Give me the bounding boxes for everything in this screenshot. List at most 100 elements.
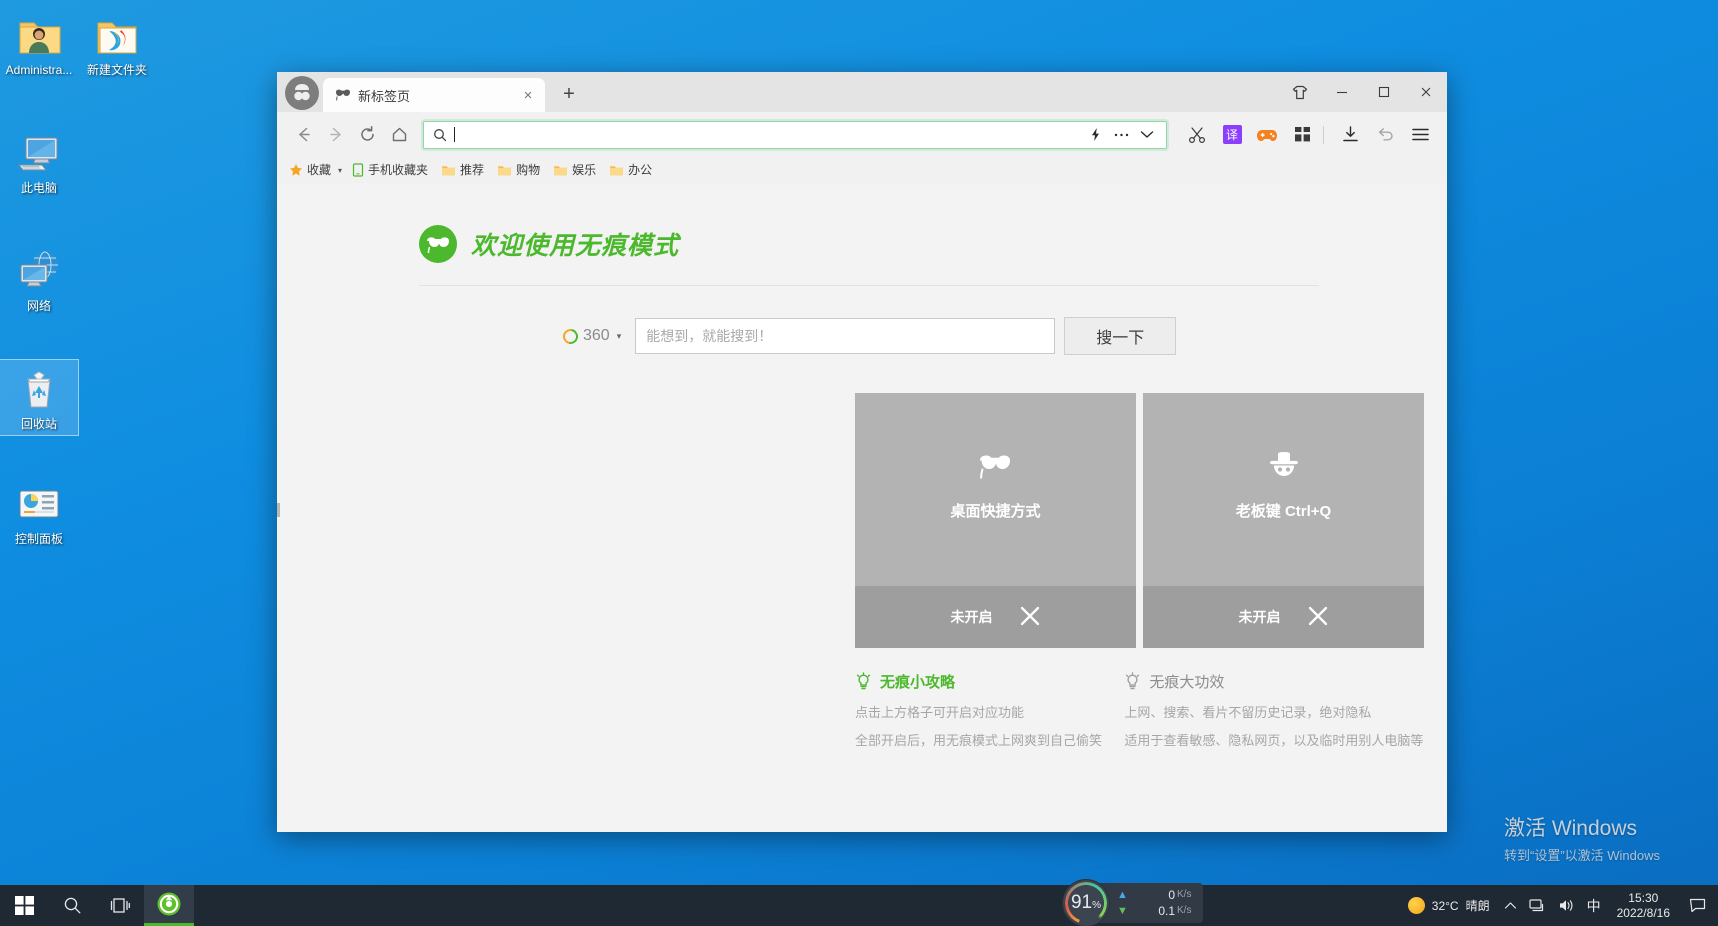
bookmark-label: 娱乐 (572, 163, 597, 177)
windows-taskbar: 32°C 晴朗 中 15:30 2022/8/16 (0, 885, 1718, 926)
ellipsis-icon[interactable] (1108, 123, 1134, 147)
chevron-down-icon[interactable] (1134, 123, 1160, 147)
notification-icon[interactable] (1680, 885, 1714, 926)
ime-indicator[interactable]: 中 (1581, 885, 1607, 926)
lightning-icon[interactable] (1082, 123, 1108, 147)
home-icon[interactable] (383, 119, 415, 151)
browser-window: 新标签页 × + 译 收藏 ▾ 手机收藏夹 推荐 购物 娱乐 办公 欢迎使用无痕… (277, 72, 1447, 832)
card-boss-key[interactable]: 老板键 Ctrl+Q 未开启 (1143, 393, 1424, 648)
bookmark-office[interactable]: 办公 (609, 163, 652, 177)
phone-icon (352, 163, 364, 177)
bookmark-favorites[interactable]: 收藏 (289, 163, 331, 177)
bookmark-shopping[interactable]: 购物 (497, 163, 540, 177)
desktop-icon-new-folder[interactable]: 新建文件夹 (78, 6, 156, 81)
upload-speed-value: 0 (1168, 888, 1175, 902)
desktop-icon-label: Administra... (5, 63, 73, 77)
card-status: 未开启 (950, 609, 993, 625)
browser-tab[interactable]: 新标签页 × (323, 78, 545, 112)
desktop-icon-label: 新建文件夹 (86, 63, 147, 77)
clock-time: 15:30 (1628, 890, 1659, 905)
memory-percent-unit: % (1092, 900, 1102, 911)
minimize-button[interactable] (1321, 73, 1363, 111)
close-button[interactable] (1405, 73, 1447, 111)
lightbulb-icon (855, 672, 872, 691)
download-icon[interactable] (1335, 120, 1365, 150)
card-title: 桌面快捷方式 (950, 503, 1041, 520)
tip-benefits: 无痕大功效 上网、搜索、看片不留历史记录，绝对隐私 适用于查看敏感、隐私网页，以… (1124, 671, 1433, 748)
reload-icon[interactable] (351, 119, 383, 151)
taskbar-clock[interactable]: 15:30 2022/8/16 (1607, 885, 1680, 926)
browser-toolbar: 译 (277, 112, 1447, 157)
bookmark-mobile-favorites[interactable]: 手机收藏夹 (352, 163, 428, 177)
search-icon (433, 128, 447, 142)
back-arrow-icon[interactable] (287, 119, 319, 151)
feature-cards: 桌面快捷方式 未开启 老板键 Ctrl+Q 未开启 (855, 393, 1433, 648)
desktop-icon-control-panel[interactable]: 控制面板 (0, 475, 78, 550)
weather-temperature: 32°C (1431, 898, 1459, 913)
this-pc-icon (15, 129, 63, 177)
desktop-icon-network[interactable]: 网络 (0, 242, 78, 317)
toolbar-divider (1323, 125, 1324, 144)
translate-badge-label: 译 (1222, 125, 1242, 144)
bookmark-label: 推荐 (460, 163, 485, 177)
card-footer: 未开启 (1143, 586, 1424, 648)
menu-hamburger-icon[interactable] (1405, 120, 1435, 150)
page-content: 欢迎使用无痕模式 360 ▾ 能想到，就能搜到！ 搜一下 桌面快捷方式 未开启 … (277, 183, 1447, 832)
desktop-icon-administrator[interactable]: Administra... (0, 6, 78, 81)
bookmarks-caret-icon[interactable]: ▾ (338, 166, 342, 175)
search-input-placeholder: 能想到，就能搜到！ (646, 328, 773, 344)
taskbar-search-icon[interactable] (48, 885, 96, 926)
page-title: 欢迎使用无痕模式 (471, 232, 680, 260)
chevron-down-icon: ▾ (616, 330, 622, 341)
close-icon[interactable]: × (519, 86, 537, 104)
star-icon (289, 163, 303, 177)
translate-icon[interactable]: 译 (1217, 120, 1247, 150)
desktop-icon-this-pc[interactable]: 此电脑 (0, 124, 78, 199)
360-logo-icon (560, 325, 581, 347)
watermark-line-2: 转到“设置”以激活 Windows (1503, 848, 1660, 863)
memory-percent: 91 (1070, 892, 1093, 913)
card-body: 老板键 Ctrl+Q (1143, 393, 1424, 586)
upload-speed-unit: K/s (1177, 889, 1192, 900)
close-x-icon[interactable] (1019, 605, 1041, 630)
tip-line: 适用于查看敏感、隐私网页，以及临时用别人电脑等 (1124, 733, 1424, 748)
desktop-icon-label: 此电脑 (20, 181, 57, 195)
task-view-icon[interactable] (96, 885, 144, 926)
folder-icon (553, 164, 568, 177)
apps-grid-icon[interactable] (1287, 120, 1317, 150)
network-icon[interactable] (1523, 885, 1552, 926)
chevron-up-icon[interactable] (1498, 885, 1523, 926)
taskbar-weather-widget[interactable]: 32°C 晴朗 (1398, 897, 1498, 914)
scissors-icon[interactable] (1182, 120, 1212, 150)
volume-icon[interactable] (1552, 885, 1581, 926)
sun-icon (1407, 897, 1425, 914)
vertical-scrollbar[interactable] (1433, 183, 1447, 832)
folder-icon (93, 11, 141, 59)
bookmark-recommend[interactable]: 推荐 (441, 163, 484, 177)
card-desktop-shortcut[interactable]: 桌面快捷方式 未开启 (855, 393, 1136, 648)
close-x-icon[interactable] (1307, 605, 1329, 630)
search-engine-selector[interactable]: 360 ▾ (560, 325, 622, 347)
history-undo-icon[interactable] (1370, 120, 1400, 150)
performance-float-widget[interactable]: 91% ▲ 0 K/s ▼ 0.1 K/s (1063, 880, 1204, 926)
tshirt-icon[interactable] (1279, 73, 1321, 111)
desktop-icon-recycle-bin[interactable]: 回收站 (0, 359, 79, 436)
game-controller-icon[interactable] (1252, 120, 1282, 150)
card-status: 未开启 (1238, 609, 1281, 625)
bookmark-entertainment[interactable]: 娱乐 (553, 163, 596, 177)
desktop-icon-grid: Administra... 新建文件夹 此电脑 网络 回收站 控制面板 (0, 6, 180, 550)
upload-arrow-icon: ▲ (1117, 889, 1128, 901)
search-row: 360 ▾ 能想到，就能搜到！ 搜一下 (560, 317, 1433, 355)
maximize-button[interactable] (1363, 73, 1405, 111)
memory-usage-ring[interactable]: 91% (1063, 880, 1109, 926)
forward-arrow-icon[interactable] (319, 119, 351, 151)
start-button[interactable] (0, 885, 48, 926)
window-controls (1279, 72, 1447, 112)
search-input[interactable]: 能想到，就能搜到！ (635, 318, 1056, 354)
bookmarks-bar: 收藏 ▾ 手机收藏夹 推荐 购物 娱乐 办公 (277, 157, 1447, 183)
new-tab-button[interactable]: + (554, 79, 584, 109)
incognito-profile-avatar[interactable] (285, 76, 319, 110)
taskbar-360-browser[interactable] (144, 885, 194, 926)
address-bar[interactable] (423, 120, 1167, 149)
search-button[interactable]: 搜一下 (1064, 317, 1177, 355)
